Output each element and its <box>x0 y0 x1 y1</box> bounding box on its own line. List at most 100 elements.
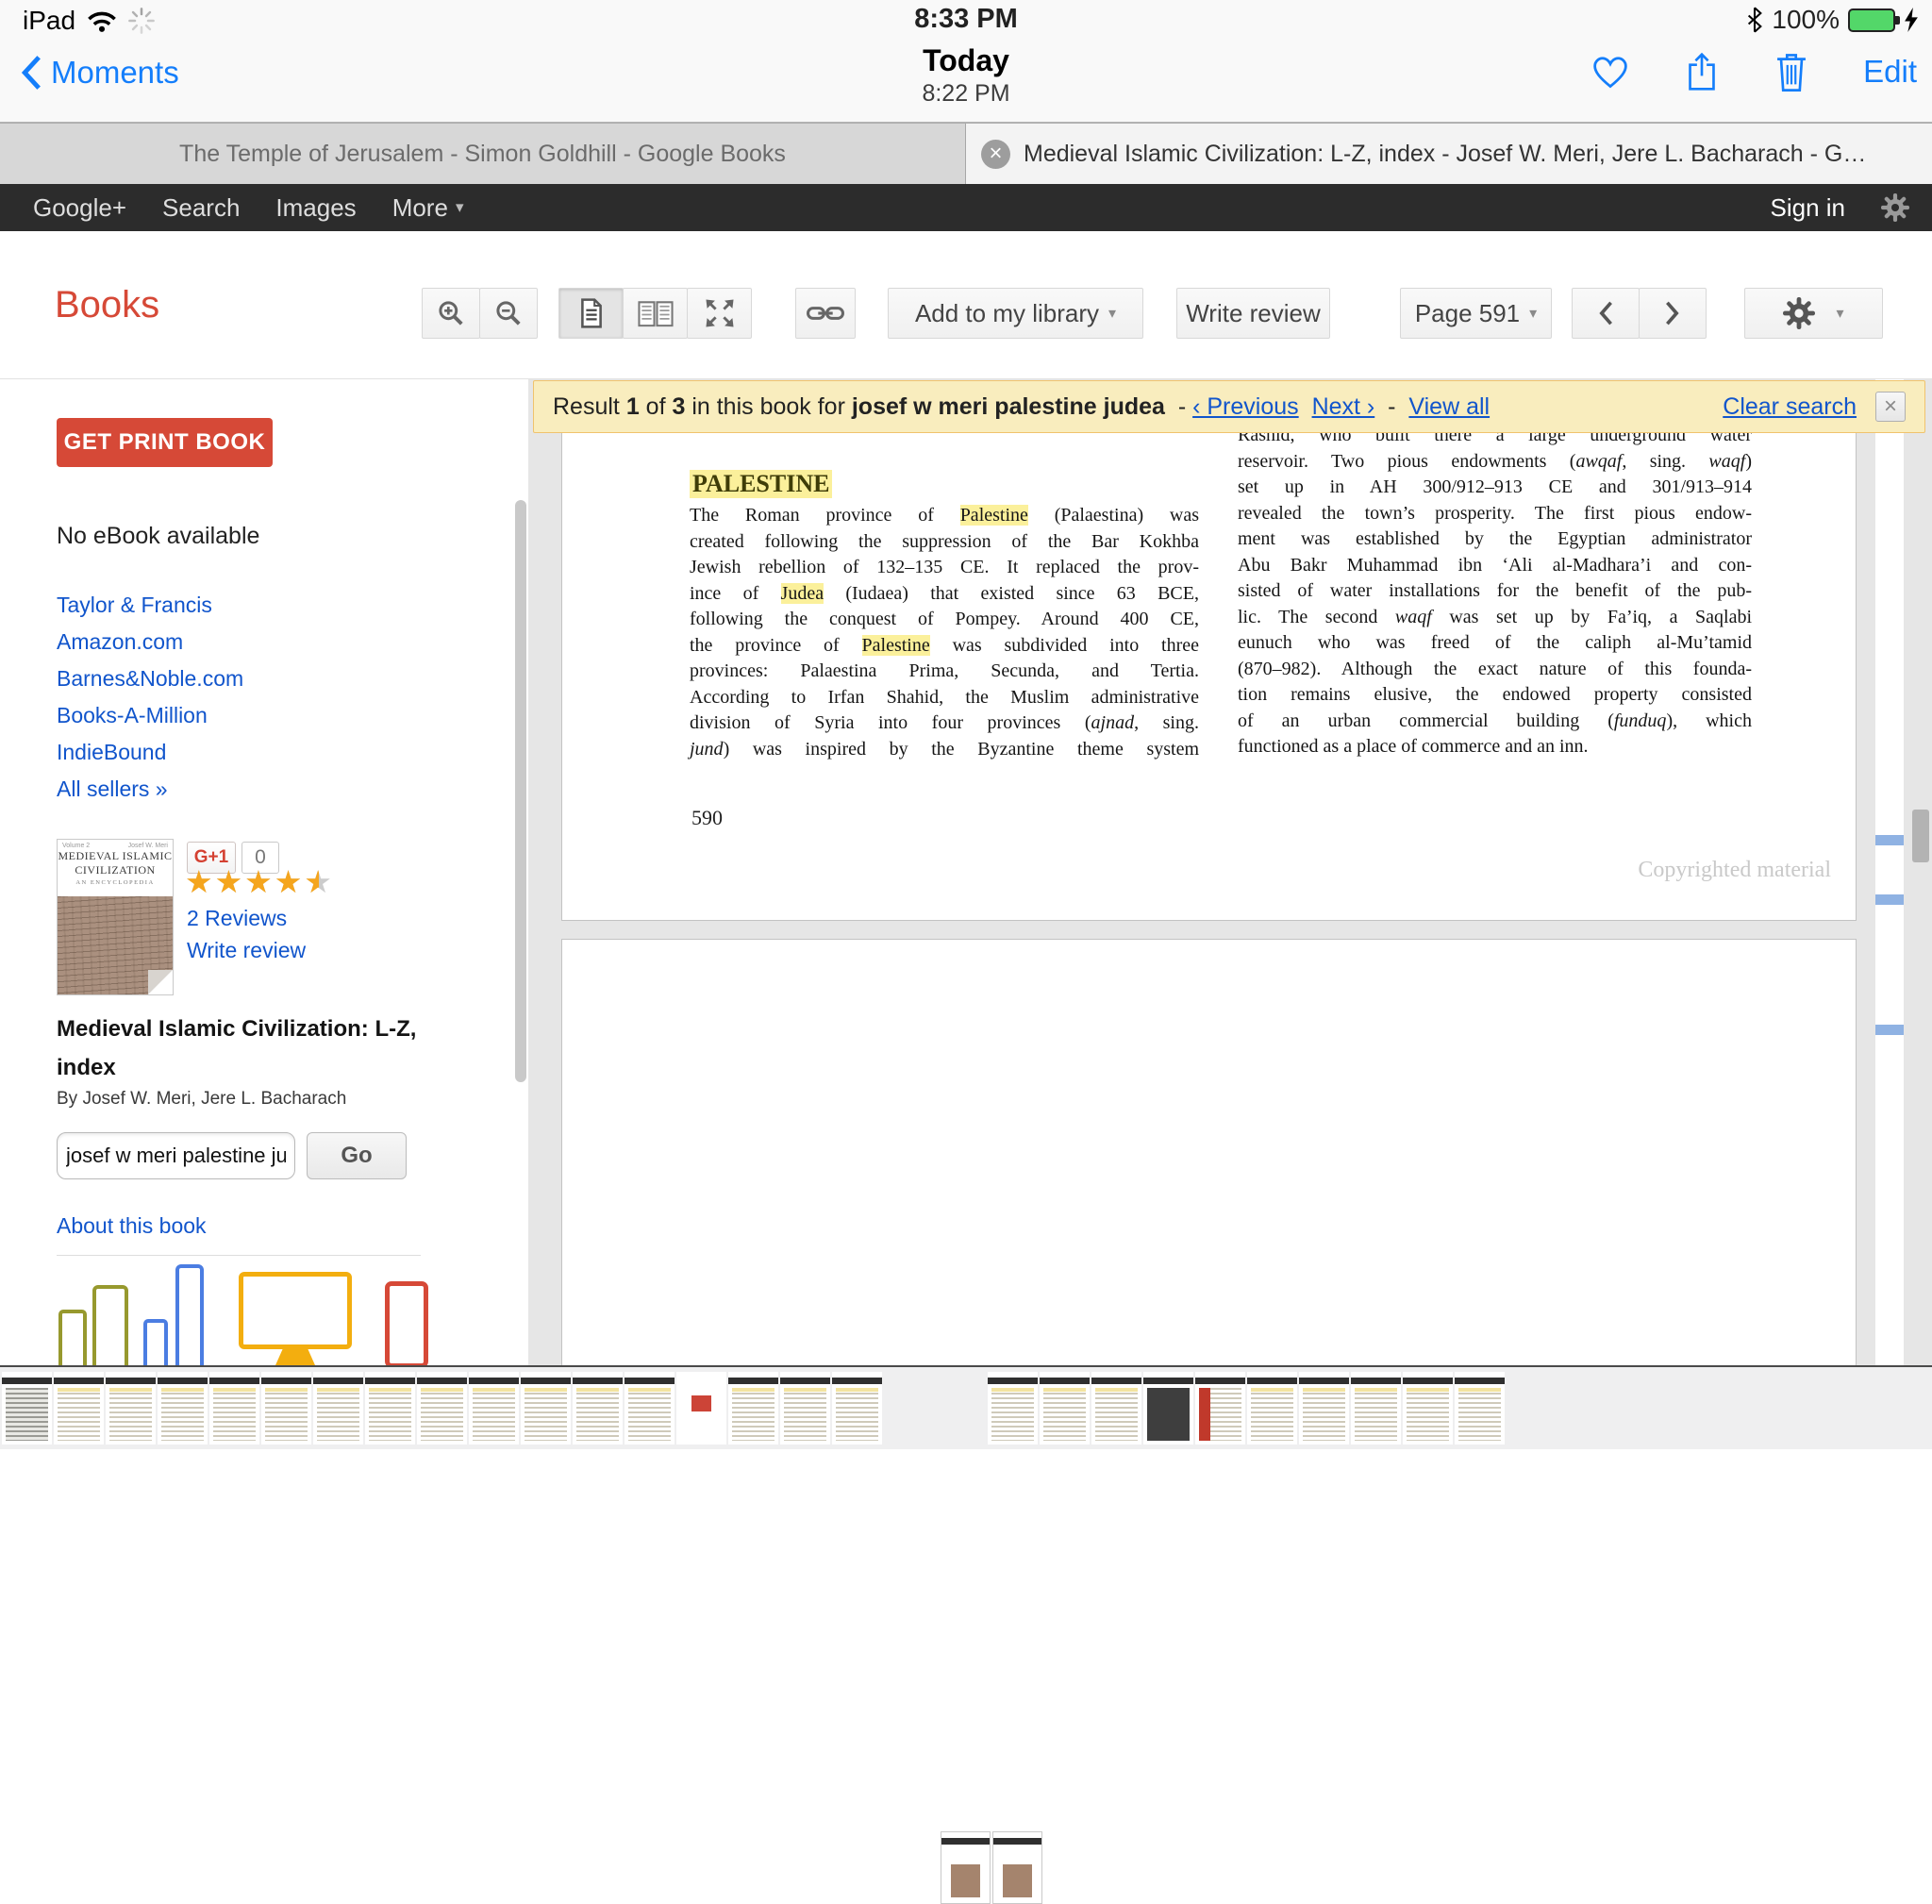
nav-images[interactable]: Images <box>275 193 356 223</box>
book-text-line: ince of Judea (Iudaea) that existed sinc… <box>690 581 1199 608</box>
filmstrip-thumbnail[interactable] <box>417 1372 467 1445</box>
charging-bolt-icon <box>1904 8 1919 32</box>
sign-in-link[interactable]: Sign in <box>1771 193 1846 223</box>
nav-more[interactable]: More▾ <box>392 193 464 223</box>
nav-search[interactable]: Search <box>162 193 240 223</box>
book-text-line: revealed the town’s prosperity. The firs… <box>1238 501 1752 527</box>
search-result-bar: Result 1 of 3 in this book for josef w m… <box>533 380 1925 433</box>
filmstrip-thumbnail[interactable] <box>54 1372 104 1445</box>
filmstrip-thumbnail[interactable] <box>261 1372 311 1445</box>
edit-button[interactable]: Edit <box>1863 54 1917 90</box>
book-byline: By Josef W. Meri, Jere L. Bacharach <box>57 1089 346 1110</box>
photos-nav-bar: Moments Today 8:22 PM Edit <box>0 38 1932 121</box>
chevron-down-icon: ▾ <box>1836 304 1843 323</box>
page-scrollbar-thumb[interactable] <box>1912 810 1929 862</box>
close-tab-icon[interactable]: × <box>981 140 1010 169</box>
page-select-dropdown[interactable]: Page 591 ▾ <box>1400 288 1552 339</box>
filmstrip-thumbnail[interactable] <box>1455 1372 1505 1445</box>
single-page-view-button[interactable] <box>558 288 624 339</box>
cover-meta-right: Josef W. Meri <box>128 843 168 849</box>
get-print-book-button[interactable]: GET PRINT BOOK <box>57 418 273 467</box>
previous-page-button[interactable] <box>1572 288 1640 339</box>
entry-heading: PALESTINE <box>690 470 832 498</box>
filmstrip-thumbnail[interactable] <box>573 1372 623 1445</box>
filmstrip-thumbnail[interactable] <box>988 1372 1038 1445</box>
seller-link-books-a-million[interactable]: Books-A-Million <box>57 697 243 734</box>
filmstrip-thumbnail[interactable] <box>1403 1372 1453 1445</box>
favorite-heart-button[interactable] <box>1591 55 1629 89</box>
filmstrip-thumbnail[interactable] <box>941 1831 991 1904</box>
search-hit-marker <box>1875 894 1904 905</box>
book-text-line: Abu Bakr Muhammad ibn ‘Ali al-Madhara’i … <box>1238 553 1752 579</box>
view-all-results-link[interactable]: View all <box>1408 393 1490 421</box>
trash-button[interactable] <box>1774 51 1808 92</box>
filmstrip-thumbnail[interactable] <box>365 1372 415 1445</box>
add-to-library-button[interactable]: Add to my library ▾ <box>888 288 1143 339</box>
close-search-bar-button[interactable]: × <box>1875 392 1906 422</box>
book-text-line: lic. The second waqf was set up by Fa’iq… <box>1238 605 1752 631</box>
filmstrip-thumbnail[interactable] <box>1091 1372 1141 1445</box>
filmstrip-thumbnail[interactable] <box>106 1372 156 1445</box>
reviews-link[interactable]: 2 Reviews <box>187 906 287 931</box>
next-page-button[interactable] <box>1639 288 1707 339</box>
filmstrip-thumbnail[interactable] <box>780 1372 830 1445</box>
book-title: Medieval Islamic Civilization: L-Z, inde… <box>57 1010 453 1087</box>
go-button[interactable]: Go <box>307 1132 407 1179</box>
filmstrip-thumbnail[interactable] <box>1299 1372 1349 1445</box>
viewer-settings-button[interactable]: ▾ <box>1744 288 1883 339</box>
sidebar-scrollbar[interactable] <box>515 500 526 1082</box>
filmstrip-thumbnail[interactable] <box>1040 1372 1090 1445</box>
chevron-down-icon: ▾ <box>1529 304 1537 323</box>
zoom-out-button[interactable] <box>479 288 538 339</box>
previous-result-link[interactable]: ‹ Previous <box>1192 393 1299 421</box>
seller-link-barnes-noble[interactable]: Barnes&Noble.com <box>57 660 243 697</box>
books-brand: Books <box>55 284 159 326</box>
filmstrip-thumbnail[interactable] <box>728 1372 778 1445</box>
cover-meta-left: Volume 2 <box>62 843 90 849</box>
tab-medieval-islamic-civilization[interactable]: × Medieval Islamic Civilization: L-Z, in… <box>966 124 1932 184</box>
filmstrip-thumbnail[interactable] <box>158 1372 208 1445</box>
ios-top-chrome: iPad 8:33 PM 100% Moments <box>0 0 1932 123</box>
filmstrip-thumbnail[interactable] <box>469 1372 519 1445</box>
tab-temple-of-jerusalem[interactable]: The Temple of Jerusalem - Simon Goldhill… <box>0 124 966 184</box>
seller-link-indiebound[interactable]: IndieBound <box>57 734 243 771</box>
settings-gear-button[interactable] <box>1881 193 1909 222</box>
tab-title: The Temple of Jerusalem - Simon Goldhill… <box>179 141 786 168</box>
write-review-link[interactable]: Write review <box>187 938 306 963</box>
star-fill: ★★★★★ <box>185 866 319 897</box>
link-button[interactable] <box>795 288 856 339</box>
clear-search-link[interactable]: Clear search <box>1723 393 1857 421</box>
nav-google-plus[interactable]: Google+ <box>33 193 126 223</box>
filmstrip-thumbnail[interactable] <box>992 1831 1042 1904</box>
search-in-book-input[interactable] <box>57 1132 295 1179</box>
filmstrip-thumbnail[interactable] <box>625 1372 675 1445</box>
book-cover-thumbnail[interactable]: Volume 2 Josef W. Meri Medieval Islamic … <box>57 839 174 995</box>
share-button[interactable] <box>1684 51 1720 92</box>
filmstrip-thumbnail[interactable] <box>313 1372 363 1445</box>
filmstrip-thumbnail[interactable] <box>1247 1372 1297 1445</box>
book-text-line: eunuch who was freed of the caliph al-Mu… <box>1238 630 1752 657</box>
filmstrip-thumbnail[interactable] <box>1143 1372 1193 1445</box>
about-this-book-link[interactable]: About this book <box>57 1213 207 1239</box>
two-page-view-button[interactable] <box>623 288 688 339</box>
search-hit-marker <box>1875 1025 1904 1035</box>
write-review-button[interactable]: Write review <box>1176 288 1330 339</box>
filmstrip-thumbnail[interactable] <box>209 1372 259 1445</box>
seller-link-amazon[interactable]: Amazon.com <box>57 624 243 660</box>
filmstrip-thumbnail[interactable] <box>832 1372 882 1445</box>
fullscreen-button[interactable] <box>687 288 752 339</box>
page-view-group <box>558 288 752 339</box>
book-page-590: PALESTINE The Roman province of Palestin… <box>561 406 1857 921</box>
chevron-down-icon: ▾ <box>456 198 464 217</box>
sidebar-divider <box>57 1255 421 1256</box>
seller-link-taylor-francis[interactable]: Taylor & Francis <box>57 587 243 624</box>
filmstrip-thumbnail[interactable] <box>676 1372 726 1445</box>
seller-link-all-sellers[interactable]: All sellers » <box>57 771 243 808</box>
filmstrip-thumbnail[interactable] <box>521 1372 571 1445</box>
filmstrip-thumbnail[interactable] <box>1195 1372 1245 1445</box>
next-result-link[interactable]: Next › <box>1312 393 1375 421</box>
photos-filmstrip <box>0 1365 1932 1449</box>
filmstrip-thumbnail[interactable] <box>2 1372 52 1445</box>
zoom-in-button[interactable] <box>422 288 480 339</box>
filmstrip-thumbnail[interactable] <box>1351 1372 1401 1445</box>
